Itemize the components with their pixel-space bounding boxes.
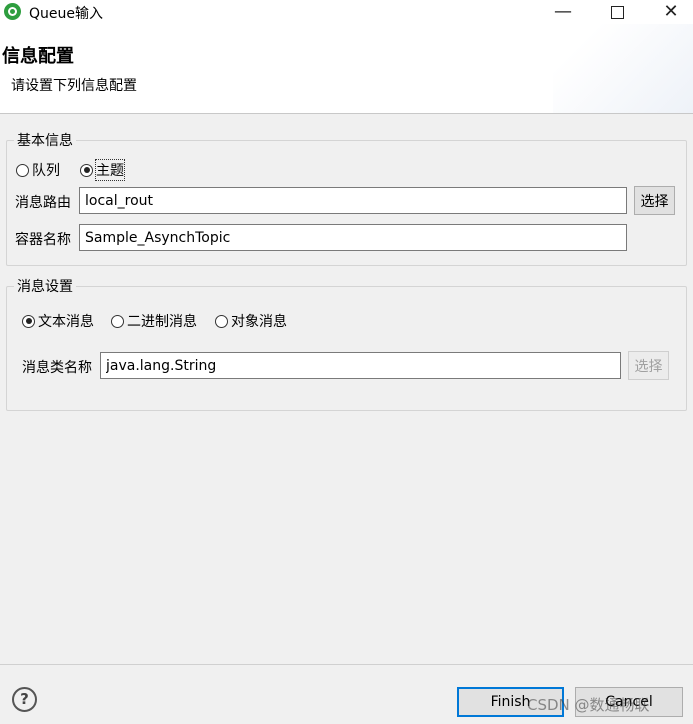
window-title: Queue输入 <box>29 6 103 22</box>
page-title: 信息配置 <box>2 46 74 67</box>
header-decoration <box>553 24 693 113</box>
topic-radio-label: 主题 <box>95 159 125 181</box>
queue-radio[interactable]: 队列 <box>16 160 60 180</box>
route-select-button[interactable]: 选择 <box>634 186 675 215</box>
binary-message-radio-circle <box>111 314 124 328</box>
route-label: 消息路由 <box>15 195 71 211</box>
cancel-button[interactable]: Cancel <box>575 687 683 717</box>
text-message-radio[interactable]: 文本消息 <box>22 311 94 331</box>
message-class-label: 消息类名称 <box>22 360 92 376</box>
object-message-radio-label: 对象消息 <box>231 314 287 330</box>
text-message-radio-circle <box>22 314 35 328</box>
app-logo-icon <box>4 3 21 20</box>
maximize-icon <box>610 6 624 19</box>
message-class-input[interactable] <box>100 352 621 379</box>
page-subtitle: 请设置下列信息配置 <box>11 78 137 94</box>
container-label: 容器名称 <box>15 232 71 248</box>
maximize-button[interactable] <box>595 0 639 24</box>
footer-divider <box>0 664 693 665</box>
object-message-radio[interactable]: 对象消息 <box>215 311 287 331</box>
binary-message-radio-label: 二进制消息 <box>127 314 197 330</box>
object-message-radio-circle <box>215 314 228 328</box>
basic-info-legend: 基本信息 <box>17 133 73 149</box>
message-class-select-button[interactable]: 选择 <box>628 351 669 380</box>
wizard-header: 信息配置 请设置下列信息配置 <box>0 24 693 114</box>
minimize-button[interactable]: — <box>541 0 585 24</box>
queue-radio-circle <box>16 163 29 177</box>
binary-message-radio[interactable]: 二进制消息 <box>111 311 197 331</box>
text-message-radio-label: 文本消息 <box>38 314 94 330</box>
finish-button[interactable]: Finish <box>457 687 564 717</box>
message-settings-legend: 消息设置 <box>17 279 73 295</box>
route-input[interactable] <box>79 187 627 214</box>
topic-radio-circle <box>80 163 93 177</box>
close-button[interactable]: ✕ <box>649 0 693 24</box>
container-input[interactable] <box>79 224 627 251</box>
help-icon[interactable]: ? <box>12 687 37 712</box>
message-settings-group: 消息设置 <box>6 276 687 411</box>
queue-radio-label: 队列 <box>32 163 60 179</box>
topic-radio[interactable]: 主题 <box>80 159 125 181</box>
title-bar: Queue输入 — ✕ <box>0 0 693 24</box>
